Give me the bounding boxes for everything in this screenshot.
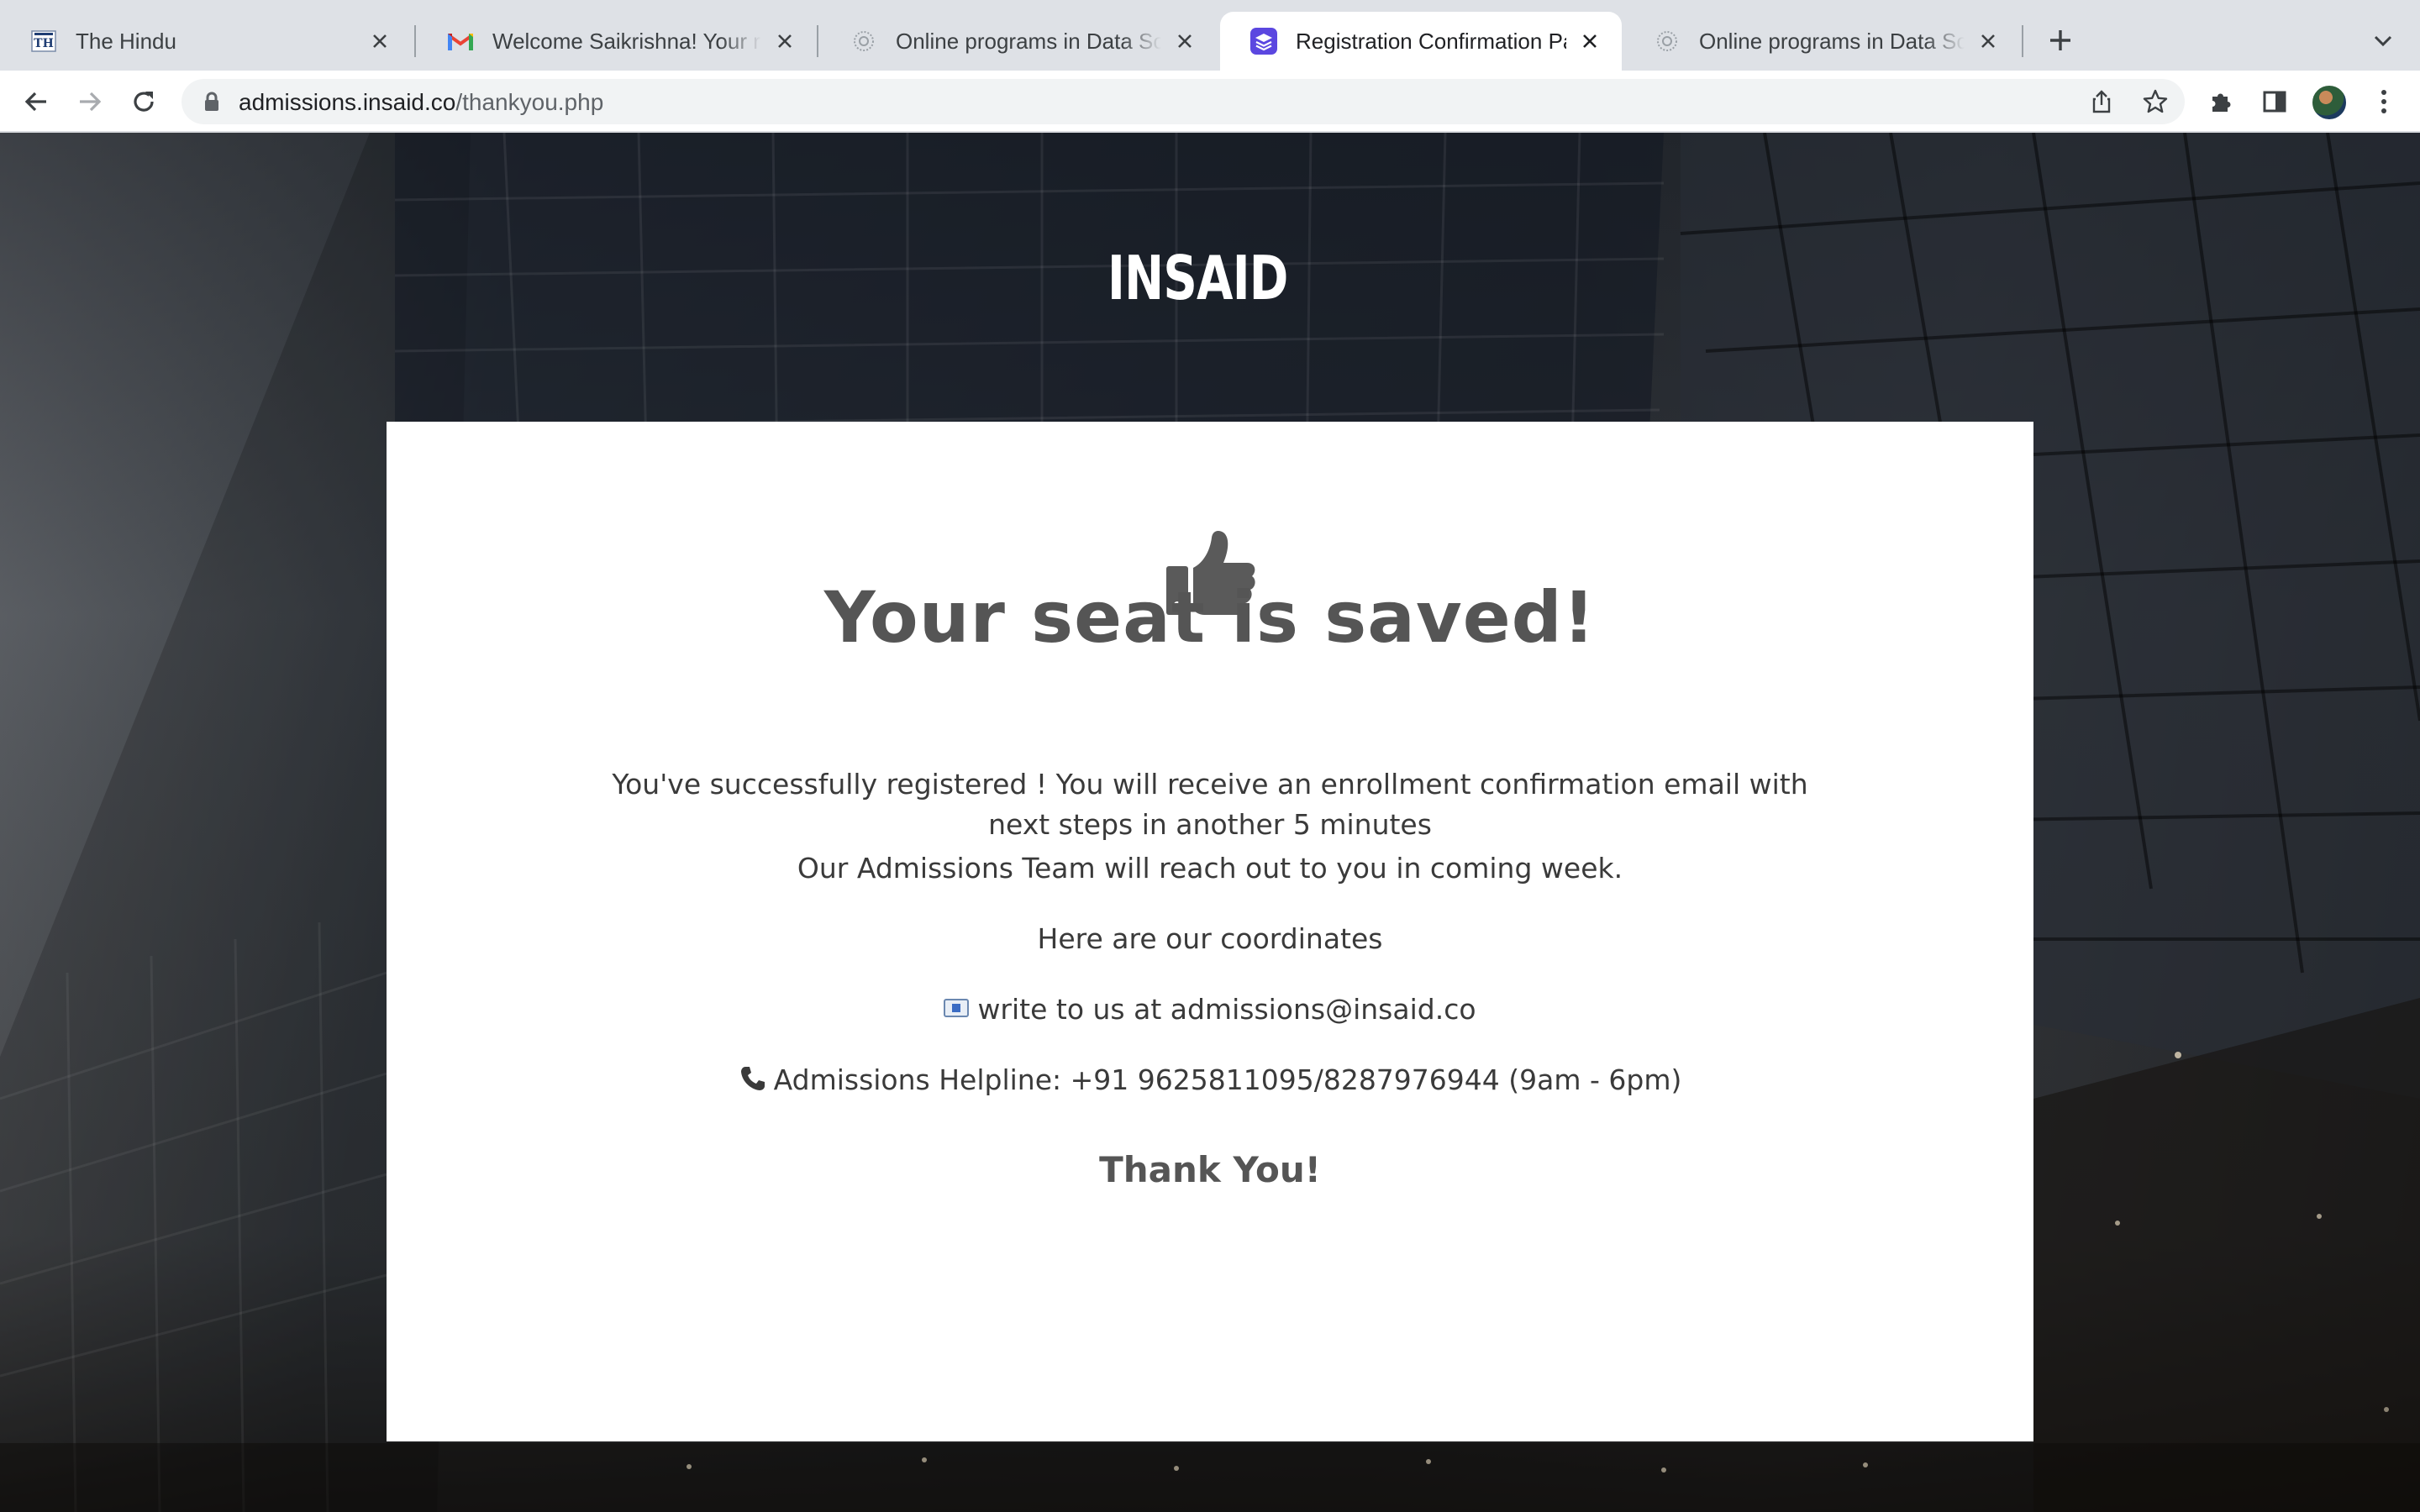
share-icon[interactable] (2087, 87, 2116, 116)
lock-icon[interactable] (200, 90, 224, 113)
helpline-line: Admissions Helpline: +91 9625811095/8287… (387, 1060, 2033, 1100)
tab-title: Online programs in Data Science (896, 28, 1161, 54)
email-icon (944, 999, 970, 1017)
bookmark-star-icon[interactable] (2141, 87, 2170, 116)
browser-toolbar: admissions.insaid.co/thankyou.php (0, 71, 2420, 133)
tab-registration-confirmation[interactable]: Registration Confirmation Page (1220, 12, 1622, 71)
back-button[interactable] (18, 84, 54, 119)
address-bar[interactable]: admissions.insaid.co/thankyou.php (182, 79, 2185, 124)
email-text[interactable]: write to us at admissions@insaid.co (977, 993, 1476, 1026)
tab-gmail[interactable]: Welcome Saikrishna! Your registration (417, 12, 817, 71)
email-line: write to us at admissions@insaid.co (387, 990, 2033, 1030)
insaid-favicon-icon (850, 28, 877, 55)
gmail-favicon-icon (447, 28, 474, 55)
profile-avatar[interactable] (2311, 84, 2348, 121)
side-panel-icon[interactable] (2257, 84, 2292, 119)
close-tab-icon[interactable] (1576, 28, 1603, 55)
chrome-menu-icon[interactable] (2366, 84, 2402, 119)
tab-search-chevron-icon[interactable] (2368, 25, 2398, 55)
extensions-puzzle-icon[interactable] (2203, 84, 2238, 119)
tab-online-programs-2[interactable]: Online programs in Data Science (1623, 12, 2020, 71)
team-note: Our Admissions Team will reach out to yo… (797, 852, 1623, 885)
insaid-logo[interactable]: INSAID (1092, 240, 1336, 316)
reload-button[interactable] (126, 84, 161, 119)
page-viewport: INSAID Your seat is saved! You've succes… (0, 133, 2420, 1512)
tab-title: The Hindu (76, 28, 176, 54)
close-tab-icon[interactable] (1975, 28, 2002, 55)
stack-favicon-icon (1250, 28, 1277, 55)
forward-button[interactable] (72, 84, 108, 119)
confirmation-card: Your seat is saved! You've successfully … (387, 422, 2033, 1441)
thank-you-text: Thank You! (1099, 1149, 1321, 1190)
telephone-icon (740, 1067, 765, 1090)
tab-the-hindu[interactable]: TH The Hindu (0, 12, 412, 71)
page-title: Your seat is saved! (823, 576, 1597, 659)
helpline-text[interactable]: Admissions Helpline: +91 9625811095/8287… (774, 1063, 1682, 1096)
svg-text:TH: TH (34, 37, 54, 50)
tab-separator (817, 25, 818, 57)
close-tab-icon[interactable] (1171, 28, 1198, 55)
url-text[interactable]: admissions.insaid.co/thankyou.php (239, 89, 603, 116)
close-tab-icon[interactable] (771, 28, 798, 55)
the-hindu-favicon-icon: TH (30, 28, 57, 55)
tab-title: Online programs in Data Science (1699, 28, 1965, 54)
tab-title: Registration Confirmation Page (1296, 28, 1566, 54)
insaid-favicon-icon (1654, 28, 1681, 55)
registration-message: You've successfully registered ! You wil… (612, 768, 1808, 841)
tab-title: Welcome Saikrishna! Your registration (492, 28, 761, 54)
coordinates-intro: Here are our coordinates (1037, 922, 1383, 955)
tab-strip: TH The Hindu Welcome Saikrishna! Your re… (0, 0, 2420, 71)
url-path: /thankyou.php (455, 89, 604, 115)
new-tab-button[interactable] (2044, 24, 2077, 57)
close-tab-icon[interactable] (366, 28, 393, 55)
url-domain: admissions.insaid.co (239, 89, 456, 115)
logo-wordmark: INSAID (1107, 243, 1288, 313)
tab-separator (414, 25, 416, 57)
tab-online-programs-1[interactable]: Online programs in Data Science (820, 12, 1217, 71)
tab-separator (2022, 25, 2023, 57)
